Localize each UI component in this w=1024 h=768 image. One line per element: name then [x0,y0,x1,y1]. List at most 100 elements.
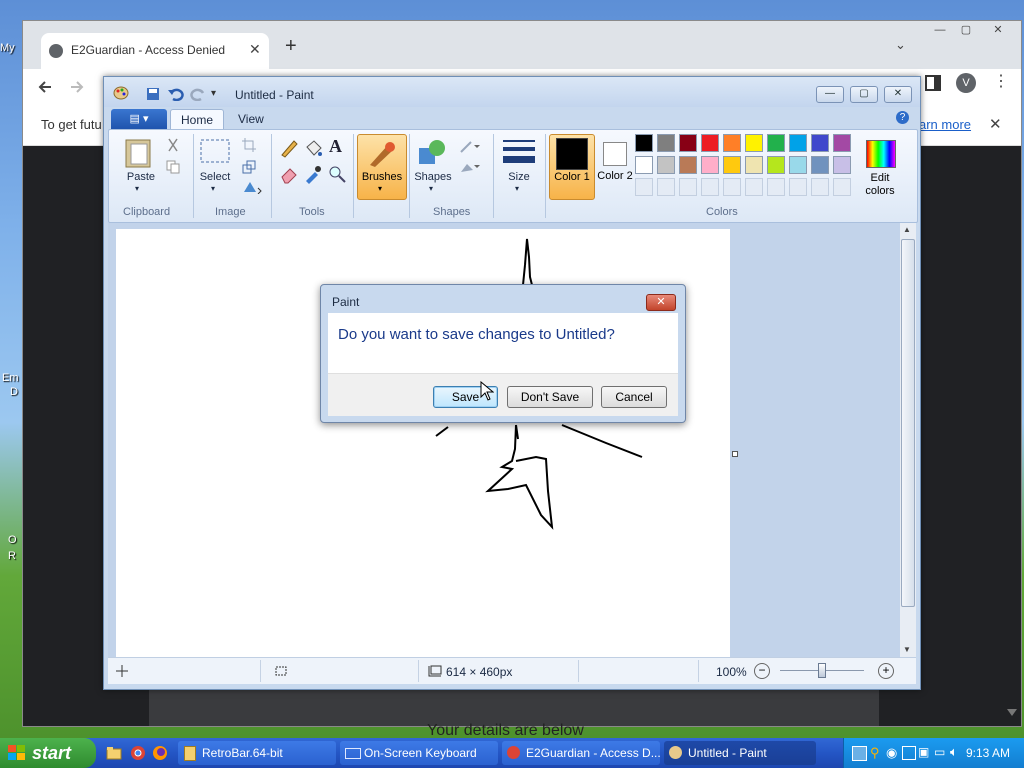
size-button[interactable]: Size [501,171,537,183]
paint-minimize-button[interactable]: — [816,86,844,103]
folder-icon[interactable] [106,745,122,761]
select-chevron-icon[interactable]: ▾ [211,184,215,193]
side-panel-icon[interactable] [925,75,941,91]
select-button[interactable]: Select [197,171,233,183]
canvas-resize-handle[interactable] [732,451,738,457]
size-chevron-icon[interactable]: ▾ [515,184,519,193]
volume-icon[interactable]: 🔈︎ [950,744,958,760]
magnifier-icon[interactable] [327,164,347,184]
dont-save-button[interactable]: Don't Save [507,386,593,408]
back-arrow-icon[interactable] [37,79,53,95]
text-tool-icon[interactable]: A [329,136,342,157]
palette-color-swatch[interactable] [701,156,719,174]
palette-color-swatch[interactable] [789,134,807,152]
eraser-icon[interactable] [279,164,299,184]
new-tab-button[interactable]: + [285,35,297,58]
palette-color-swatch[interactable] [767,134,785,152]
edit-colors-button[interactable]: Edit colors [857,134,903,198]
desktop-label-3[interactable]: D [10,386,18,398]
size-icon[interactable] [503,138,535,166]
help-icon[interactable]: ? [896,111,909,124]
copy-icon[interactable] [166,160,180,174]
select-icon[interactable] [199,138,231,164]
chrome-close-button[interactable]: ✕ [985,21,1011,39]
color1-button[interactable]: Color 1 [549,134,595,200]
palette-color-swatch[interactable] [723,134,741,152]
custom-color-slot[interactable] [657,178,675,196]
paint-maximize-button[interactable]: ▢ [850,86,878,103]
tray-window-icon[interactable] [902,746,916,760]
scroll-down-arrow-icon[interactable] [1007,709,1017,717]
crop-icon[interactable] [242,138,256,152]
scroll-down-arrow-icon[interactable]: ▼ [903,645,911,654]
infobar-close-icon[interactable]: ✕ [989,115,1002,133]
zoom-out-button[interactable]: − [754,663,770,679]
desktop-label-2[interactable]: Em [2,372,19,384]
tray-network-icon[interactable]: ▣ [918,745,929,759]
scrollbar-thumb[interactable] [901,239,915,607]
chrome-tab[interactable]: E2Guardian - Access Denied ✕ [41,33,269,69]
dialog-close-button[interactable]: ✕ [646,294,676,311]
outline-icon[interactable] [459,140,481,154]
color-picker-icon[interactable] [303,164,323,184]
undo-icon[interactable] [168,87,184,101]
chrome-quicklaunch-icon[interactable] [130,745,146,761]
shapes-chevron-icon[interactable]: ▾ [429,184,433,193]
zoom-slider-thumb[interactable] [818,663,826,678]
paint-close-button[interactable]: ✕ [884,86,912,103]
fill-bucket-icon[interactable] [303,138,323,158]
paste-chevron-icon[interactable]: ▾ [135,184,139,193]
palette-color-swatch[interactable] [657,134,675,152]
vertical-scrollbar[interactable]: ▲ ▼ [900,223,916,657]
tray-steam-icon[interactable]: ◉ [886,745,897,761]
custom-color-slot[interactable] [789,178,807,196]
cancel-button[interactable]: Cancel [601,386,667,408]
save-icon[interactable] [146,87,160,101]
palette-color-swatch[interactable] [635,156,653,174]
palette-color-swatch[interactable] [723,156,741,174]
palette-color-swatch[interactable] [811,134,829,152]
taskbar-item-retrobar[interactable]: RetroBar.64-bit [178,741,336,765]
paint-file-menu-button[interactable]: ▤ ▾ [111,109,167,129]
pencil-icon[interactable] [279,138,299,158]
clock[interactable]: 9:13 AM [966,746,1010,760]
palette-color-swatch[interactable] [701,134,719,152]
custom-color-slot[interactable] [811,178,829,196]
tray-search-icon[interactable]: ⚲ [870,745,880,761]
redo-icon[interactable] [190,87,206,101]
taskbar-item-chrome[interactable]: E2Guardian - Access D... [502,741,660,765]
zoom-in-button[interactable]: + [878,663,894,679]
paste-icon[interactable] [123,136,153,168]
desktop-label-5[interactable]: R [8,550,16,562]
shapes-button[interactable]: Shapes [413,171,453,183]
start-button[interactable]: start [0,738,96,768]
tab-close-icon[interactable]: ✕ [249,41,261,58]
shapes-icon[interactable] [417,138,447,166]
resize-icon[interactable] [242,160,256,174]
custom-color-slot[interactable] [679,178,697,196]
fill-icon[interactable] [459,160,481,174]
chrome-menu-icon[interactable]: ⋮ [993,71,1009,91]
tab-view[interactable]: View [228,109,274,129]
palette-color-swatch[interactable] [745,134,763,152]
firefox-quicklaunch-icon[interactable] [152,745,168,761]
cut-icon[interactable] [166,138,180,152]
brushes-button[interactable]: Brushes ▾ [357,134,407,200]
paint-app-icon[interactable] [113,86,129,100]
palette-color-swatch[interactable] [745,156,763,174]
palette-color-swatch[interactable] [767,156,785,174]
palette-color-swatch[interactable] [657,156,675,174]
quick-access-chevron-icon[interactable]: ▾ [211,88,216,99]
scroll-up-arrow-icon[interactable]: ▲ [903,225,911,234]
palette-color-swatch[interactable] [679,156,697,174]
chrome-maximize-button[interactable]: ▢ [953,21,979,39]
learn-more-link[interactable]: arn more [919,117,971,132]
custom-color-slot[interactable] [723,178,741,196]
palette-color-swatch[interactable] [811,156,829,174]
custom-color-slot[interactable] [635,178,653,196]
custom-color-slot[interactable] [745,178,763,196]
palette-color-swatch[interactable] [789,156,807,174]
custom-color-slot[interactable] [767,178,785,196]
tray-app-icon[interactable] [852,746,867,761]
rotate-icon[interactable] [242,180,262,194]
